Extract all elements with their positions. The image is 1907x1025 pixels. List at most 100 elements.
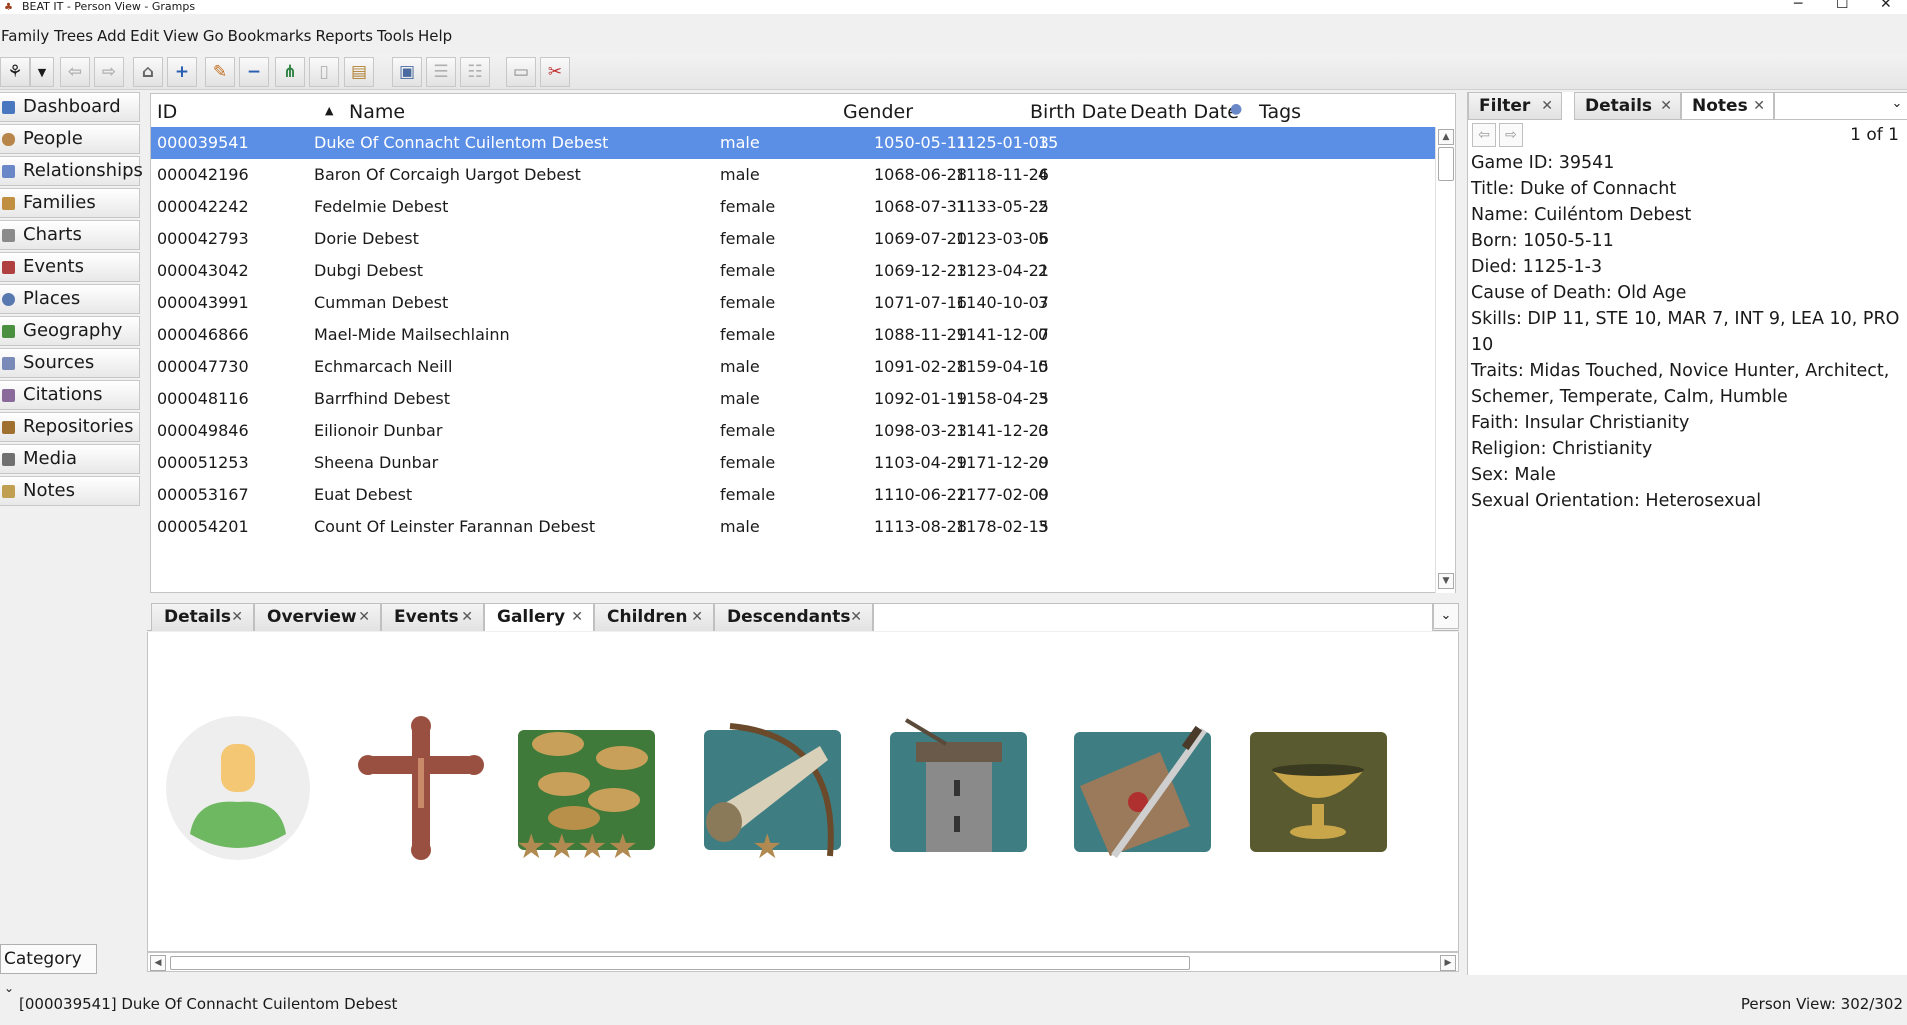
close-tab-icon[interactable]: ✕: [691, 604, 703, 630]
letter-dagger-thumbnail[interactable]: [1070, 716, 1215, 861]
next-note-icon[interactable]: ⇨: [1499, 123, 1523, 147]
config-view-icon[interactable]: ▭: [506, 57, 536, 87]
gold-coins-thumbnail[interactable]: ★★★★: [514, 716, 659, 861]
horizontal-scrollbar[interactable]: ◀ ▶: [147, 952, 1459, 972]
sidebar-item-repositories[interactable]: Repositories: [0, 412, 140, 442]
table-row[interactable]: 000043991 Cumman Debest female 1071-07-16 11…: [151, 287, 1436, 319]
hunting-horn-bow-thumbnail[interactable]: ★: [700, 716, 845, 861]
tab-details[interactable]: Details ✕: [151, 603, 254, 631]
sidebar-item-media[interactable]: Media: [0, 444, 140, 474]
column-header-name[interactable]: Name: [349, 101, 405, 123]
add-icon[interactable]: +: [167, 57, 197, 87]
menu-bookmarks[interactable]: Bookmarks: [228, 27, 312, 45]
edit-icon[interactable]: ✎: [205, 57, 235, 87]
close-tab-icon[interactable]: ✕: [571, 604, 583, 630]
tab-events[interactable]: Events ✕: [381, 603, 484, 631]
tab-descendants[interactable]: Descendants ✕: [714, 603, 873, 631]
grouped-view-icon[interactable]: ☷: [460, 57, 490, 87]
table-row[interactable]: 000039541 Duke Of Connacht Cuilentom Debe…: [151, 127, 1436, 159]
golden-chalice-thumbnail[interactable]: [1246, 716, 1391, 861]
close-tab-icon[interactable]: ✕: [461, 604, 473, 630]
menu-edit[interactable]: Edit: [130, 27, 159, 45]
home-icon[interactable]: ⌂: [133, 57, 163, 87]
sidebar-item-events[interactable]: Events: [0, 252, 140, 282]
sidebar-menu-chevron-icon[interactable]: ⌄: [1886, 92, 1907, 118]
sidebar-item-dashboard[interactable]: Dashboard: [0, 92, 140, 122]
menu-view[interactable]: View: [163, 27, 199, 45]
column-header-death-date[interactable]: Death Date: [1130, 101, 1239, 123]
tab-overview[interactable]: Overview ✕: [254, 603, 381, 631]
close-tab-icon[interactable]: ✕: [850, 604, 862, 630]
back-arrow-icon[interactable]: ⇦: [60, 57, 90, 87]
lock-icon[interactable]: ▯: [309, 57, 339, 87]
sidebar-item-places[interactable]: Places: [0, 284, 140, 314]
column-header-tags[interactable]: Tags: [1259, 101, 1301, 123]
table-row[interactable]: 000051253 Sheena Dunbar female 1103-04-29 11…: [151, 447, 1436, 479]
sidebar-item-charts[interactable]: Charts: [0, 220, 140, 250]
menu-reports[interactable]: Reports: [315, 27, 373, 45]
tab-gallery[interactable]: Gallery ✕: [484, 603, 594, 631]
close-tab-icon[interactable]: ✕: [231, 604, 243, 630]
scroll-down-icon[interactable]: ▼: [1438, 573, 1454, 589]
table-row[interactable]: 000043042 Dubgi Debest female 1069-12-23 112…: [151, 255, 1436, 287]
column-header-birth-date[interactable]: Birth Date: [1030, 101, 1127, 123]
category-dropdown[interactable]: Category ⌄: [0, 944, 97, 995]
sidebar-item-relationships[interactable]: Relationships: [0, 156, 143, 186]
scroll-thumb[interactable]: [1438, 147, 1454, 181]
column-header-id[interactable]: ID: [157, 101, 177, 123]
sidebar-item-notes[interactable]: Notes: [0, 476, 140, 506]
sidebar-item-people[interactable]: People: [0, 124, 140, 154]
sidebar-item-citations[interactable]: Citations: [0, 380, 140, 410]
tab-children[interactable]: Children ✕: [594, 603, 714, 631]
close-tab-icon[interactable]: ✕: [1660, 93, 1672, 119]
family-trees-icon[interactable]: ⚘: [0, 57, 30, 87]
vertical-scrollbar[interactable]: ▲ ▼: [1435, 127, 1455, 593]
tab-details-right[interactable]: Details ✕: [1574, 92, 1681, 120]
menu-go[interactable]: Go: [203, 27, 224, 45]
table-row[interactable]: 000046866 Mael-Mide Mailsechlainn female 10…: [151, 319, 1436, 351]
tab-notes[interactable]: Notes ✕: [1681, 92, 1774, 120]
sidebar-item-sources[interactable]: Sources: [0, 348, 140, 378]
scroll-right-icon[interactable]: ▶: [1440, 955, 1456, 971]
sidebar-item-families[interactable]: Families: [0, 188, 140, 218]
table-row[interactable]: 000042793 Dorie Debest female 1069-07-20 112…: [151, 223, 1436, 255]
previous-note-icon[interactable]: ⇦: [1472, 123, 1496, 147]
table-row[interactable]: 000047730 Echmarcach Neill male 1091-02-28 1…: [151, 351, 1436, 383]
list-view-icon[interactable]: ☰: [426, 57, 456, 87]
menu-help[interactable]: Help: [418, 27, 452, 45]
table-row[interactable]: 000049846 Eilionoir Dunbar female 1098-03-2…: [151, 415, 1436, 447]
table-row[interactable]: 000048116 Barrfhind Debest male 1092-01-19 1…: [151, 383, 1436, 415]
remove-icon[interactable]: −: [239, 57, 269, 87]
scroll-thumb[interactable]: [170, 956, 1190, 970]
scroll-up-icon[interactable]: ▲: [1438, 129, 1454, 145]
table-row[interactable]: 000054201 Count Of Leinster Farannan Debe…: [151, 511, 1436, 543]
table-row[interactable]: 000053167 Euat Debest female 1110-06-22 1177…: [151, 479, 1436, 511]
sidebar-item-geography[interactable]: Geography: [0, 316, 140, 346]
stone-tower-thumbnail[interactable]: [886, 716, 1031, 861]
close-icon[interactable]: ✕: [1880, 0, 1892, 11]
svg-text:★: ★: [752, 827, 782, 861]
close-tab-icon[interactable]: ✕: [358, 604, 370, 630]
menu-add[interactable]: Add: [97, 27, 126, 45]
tab-filter[interactable]: Filter ✕: [1468, 92, 1562, 120]
table-row[interactable]: 000042242 Fedelmie Debest female 1068-07-31…: [151, 191, 1436, 223]
chevron-down-icon[interactable]: ▼: [30, 57, 54, 87]
clipboard-icon[interactable]: ▤: [344, 57, 374, 87]
person-silhouette-thumbnail[interactable]: [166, 716, 311, 861]
forward-arrow-icon[interactable]: ⇨: [94, 57, 124, 87]
close-tab-icon[interactable]: ✕: [1753, 93, 1765, 119]
column-header-gender[interactable]: Gender: [843, 101, 913, 123]
crucifix-thumbnail[interactable]: [348, 716, 493, 861]
menu-tools[interactable]: Tools: [377, 27, 414, 45]
maximize-icon[interactable]: ☐: [1836, 0, 1849, 11]
gramplet-menu-chevron-icon[interactable]: ⌄: [1433, 603, 1459, 629]
minimize-icon[interactable]: ─: [1794, 0, 1802, 11]
cell-death-date: 1133-05-25: [956, 197, 1049, 216]
person-view-icon[interactable]: ▣: [392, 57, 422, 87]
close-tab-icon[interactable]: ✕: [1541, 93, 1553, 119]
scroll-left-icon[interactable]: ◀: [150, 955, 166, 971]
merge-icon[interactable]: ⋔: [275, 57, 305, 87]
menu-family-trees[interactable]: Family Trees: [1, 27, 93, 45]
table-row[interactable]: 000042196 Baron Of Corcaigh Uargot Debest…: [151, 159, 1436, 191]
tools-scissors-icon[interactable]: ✂: [540, 57, 570, 87]
